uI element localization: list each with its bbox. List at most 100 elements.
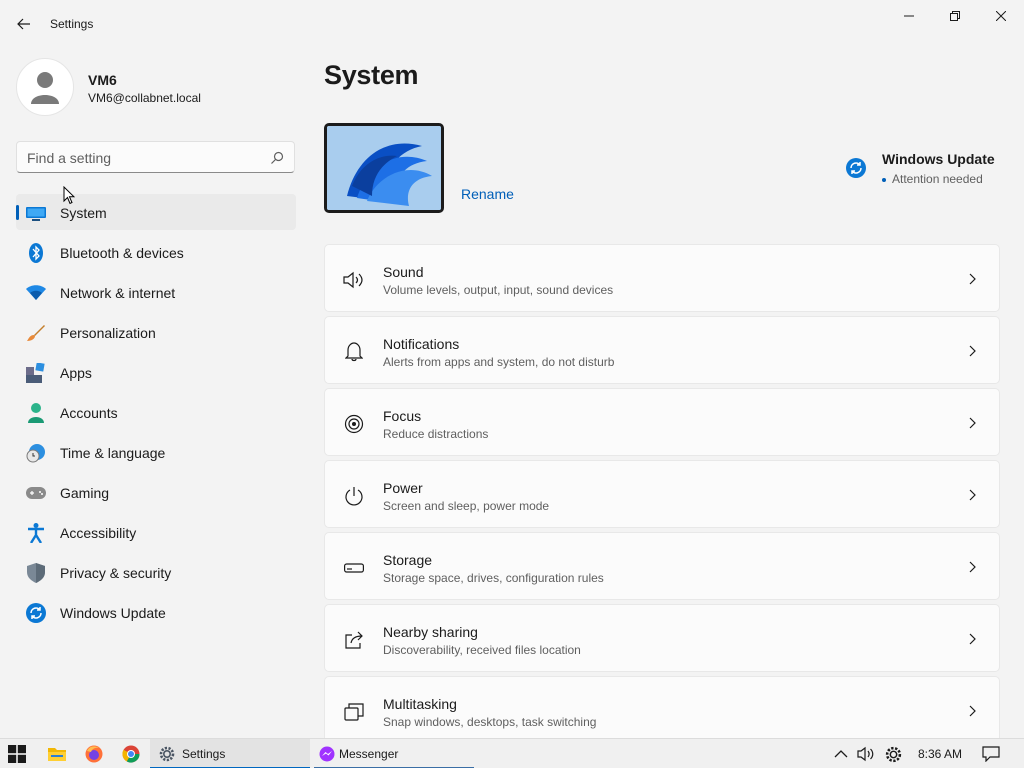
taskbar-clock[interactable]: 8:36 AM <box>918 747 962 761</box>
sidebar-item-label: Windows Update <box>60 605 166 621</box>
chevron-right-icon <box>969 489 976 501</box>
windows-logo-icon <box>8 745 26 763</box>
sidebar-item-label: Gaming <box>60 485 110 501</box>
taskbar: Settings Messenger 8:36 AM <box>0 738 1024 768</box>
sidebar-item-label: Bluetooth & devices <box>60 245 184 261</box>
sidebar-item-label: Time & language <box>60 445 166 461</box>
taskbar-task-messenger[interactable]: Messenger <box>314 739 474 768</box>
accessibility-icon <box>26 523 46 543</box>
notification-center-button[interactable] <box>982 739 1000 768</box>
sidebar-item-label: System <box>60 205 107 221</box>
card-nearby-sharing[interactable]: Nearby sharing Discoverability, received… <box>324 604 1000 672</box>
taskbar-task-label: Settings <box>182 747 226 761</box>
card-focus[interactable]: Focus Reduce distractions <box>324 388 1000 456</box>
bluetooth-icon <box>26 243 46 263</box>
taskbar-task-settings[interactable]: Settings <box>150 739 310 768</box>
taskbar-chrome[interactable] <box>122 739 140 768</box>
card-sound[interactable]: Sound Volume levels, output, input, soun… <box>324 244 1000 312</box>
messenger-icon <box>319 746 335 762</box>
card-multitasking[interactable]: Multitasking Snap windows, desktops, tas… <box>324 676 1000 744</box>
card-title: Sound <box>383 264 424 280</box>
app-title: Settings <box>50 17 94 31</box>
user-profile[interactable]: VM6 VM6@collabnet.local <box>16 56 296 116</box>
settings-tray-button[interactable] <box>885 739 902 768</box>
brush-icon <box>26 323 46 343</box>
rename-link[interactable]: Rename <box>461 186 514 202</box>
card-notifications[interactable]: Notifications Alerts from apps and syste… <box>324 316 1000 384</box>
windows-update-status-text: Attention needed <box>892 172 983 186</box>
bell-icon <box>343 341 365 363</box>
apps-icon <box>26 363 46 383</box>
windows-update-icon <box>846 158 866 178</box>
speaker-icon <box>343 269 365 291</box>
windows-update-icon <box>26 603 46 623</box>
sidebar-item-apps[interactable]: Apps <box>16 354 296 390</box>
card-subtitle: Volume levels, output, input, sound devi… <box>383 283 614 297</box>
sidebar-item-label: Personalization <box>60 325 156 341</box>
share-icon <box>343 629 365 651</box>
sidebar-item-bluetooth[interactable]: Bluetooth & devices <box>16 234 296 270</box>
search-icon <box>271 151 284 164</box>
person-icon <box>31 72 59 104</box>
sidebar-item-accounts[interactable]: Accounts <box>16 394 296 430</box>
sidebar-item-windows-update[interactable]: Windows Update <box>16 594 296 630</box>
sidebar-item-personalization[interactable]: Personalization <box>16 314 296 350</box>
sidebar-item-time-language[interactable]: Time & language <box>16 434 296 470</box>
volume-icon <box>857 746 874 762</box>
user-email: VM6@collabnet.local <box>88 91 201 105</box>
settings-gear-icon <box>159 746 175 762</box>
restore-icon <box>950 11 960 21</box>
card-subtitle: Discoverability, received files location <box>383 643 581 657</box>
windows-update-status[interactable]: Windows Update Attention needed <box>844 148 1004 192</box>
sidebar-nav: System Bluetooth & devices Network & int… <box>16 194 296 634</box>
sidebar-item-gaming[interactable]: Gaming <box>16 474 296 510</box>
gear-icon <box>885 746 902 762</box>
taskbar-firefox[interactable] <box>85 739 103 768</box>
sidebar-item-label: Accessibility <box>60 525 137 541</box>
sidebar-item-accessibility[interactable]: Accessibility <box>16 514 296 550</box>
chevron-right-icon <box>969 417 976 429</box>
windows-update-title: Windows Update <box>882 151 995 167</box>
close-icon <box>996 11 1006 21</box>
back-arrow-icon <box>17 18 30 30</box>
focus-icon <box>343 413 365 435</box>
maximize-button[interactable] <box>932 0 978 32</box>
mouse-cursor-icon <box>63 186 75 205</box>
taskbar-file-explorer[interactable] <box>48 739 66 768</box>
card-subtitle: Alerts from apps and system, do not dist… <box>383 355 615 369</box>
card-title: Nearby sharing <box>383 624 478 640</box>
chevron-up-icon <box>834 750 848 758</box>
title-bar: Settings <box>0 0 1024 48</box>
card-power[interactable]: Power Screen and sleep, power mode <box>324 460 1000 528</box>
sidebar-item-label: Privacy & security <box>60 565 172 581</box>
shield-icon <box>26 563 46 583</box>
sidebar-item-label: Accounts <box>60 405 118 421</box>
firefox-icon <box>85 745 103 763</box>
close-button[interactable] <box>978 0 1024 32</box>
card-title: Storage <box>383 552 433 568</box>
system-icon <box>26 203 46 223</box>
page-title: System <box>324 60 419 90</box>
card-subtitle: Storage space, drives, configuration rul… <box>383 571 604 585</box>
back-button[interactable] <box>8 8 40 40</box>
search-input[interactable]: Find a setting <box>16 141 295 173</box>
card-subtitle: Snap windows, desktops, task switching <box>383 715 597 729</box>
start-button[interactable] <box>8 739 26 768</box>
chevron-right-icon <box>969 345 976 357</box>
user-name: VM6 <box>88 72 117 88</box>
card-storage[interactable]: Storage Storage space, drives, configura… <box>324 532 1000 600</box>
sidebar-item-system[interactable]: System <box>16 194 296 230</box>
minimize-button[interactable] <box>886 0 932 32</box>
sidebar-item-label: Apps <box>60 365 92 381</box>
sidebar-item-privacy-security[interactable]: Privacy & security <box>16 554 296 590</box>
network-icon <box>26 283 46 303</box>
card-title: Focus <box>383 408 422 424</box>
card-subtitle: Screen and sleep, power mode <box>383 499 550 513</box>
volume-button[interactable] <box>857 739 875 768</box>
windows-update-sub: Attention needed <box>882 172 983 186</box>
show-hidden-icons-button[interactable] <box>834 739 848 768</box>
avatar <box>16 58 74 116</box>
sidebar-item-network[interactable]: Network & internet <box>16 274 296 310</box>
device-wallpaper-thumbnail <box>324 123 444 213</box>
card-subtitle: Reduce distractions <box>383 427 489 441</box>
